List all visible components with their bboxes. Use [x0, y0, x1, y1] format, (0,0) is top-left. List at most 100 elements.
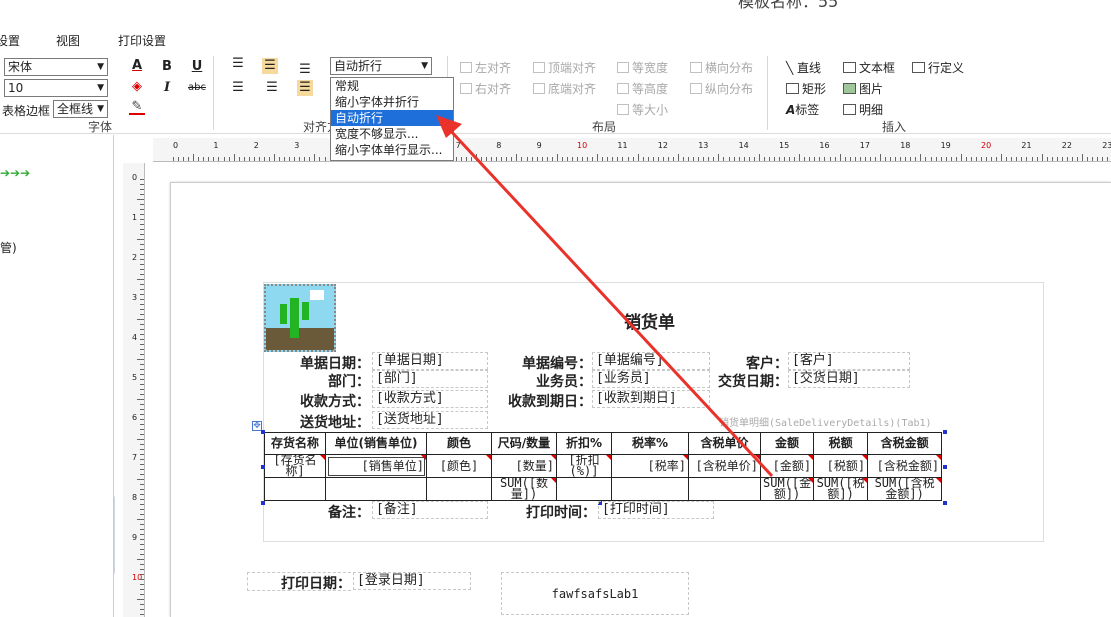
row-define-button[interactable]: 行定义 [912, 59, 964, 76]
ruler-tick [960, 154, 962, 161]
tab-settings[interactable]: 设置 [0, 32, 20, 49]
logo-image[interactable] [264, 284, 336, 352]
table-cell[interactable]: [税额] [813, 454, 869, 478]
table-cell[interactable]: [税率] [611, 454, 689, 478]
ruler-tick-label: 9 [536, 141, 542, 150]
wrap-option-auto-wrap[interactable]: 自动折行 [331, 110, 453, 126]
font-size-select[interactable]: 10 ▼ [4, 79, 108, 97]
align-bottom-icon[interactable]: ☰ [297, 62, 313, 78]
footer-label[interactable]: 备注： [264, 502, 370, 522]
header-field[interactable]: [送货地址] [372, 411, 488, 429]
header-field[interactable]: [交货日期] [788, 370, 910, 388]
table-cell[interactable] [688, 477, 761, 501]
column-header[interactable]: 尺码/数量 [491, 432, 557, 455]
header-field[interactable]: [收款方式] [372, 390, 488, 408]
header-label[interactable]: 交货日期： [712, 371, 788, 391]
header-field[interactable]: [单据日期] [372, 352, 488, 370]
header-label[interactable]: 客户： [712, 353, 788, 373]
column-header[interactable]: 含税单价 [688, 432, 761, 455]
footer-field[interactable]: [备注] [372, 501, 488, 519]
column-header[interactable]: 税率% [611, 432, 689, 455]
table-cell[interactable]: [颜色] [426, 454, 492, 478]
insert-textbox-button[interactable]: 文本框 [843, 59, 895, 76]
header-field[interactable]: [业务员] [592, 370, 710, 388]
strikethrough-button[interactable]: abc [186, 80, 208, 96]
tab-print-settings[interactable]: 打印设置 [118, 32, 166, 49]
table-cell[interactable]: SUM([税额]) [813, 477, 869, 501]
column-header[interactable]: 折扣% [556, 432, 612, 455]
table-cell[interactable]: [存货名称] [264, 454, 326, 478]
fill-color-icon[interactable]: ◈ [129, 79, 145, 95]
table-cell[interactable] [325, 477, 427, 501]
resize-handle[interactable] [261, 430, 265, 434]
italic-button[interactable]: I [159, 80, 175, 96]
table-cell[interactable]: SUM([金额]) [759, 477, 815, 501]
table-cell[interactable] [264, 477, 326, 501]
print-date-label[interactable]: 打印日期： [247, 572, 351, 592]
underline-button[interactable]: U [189, 59, 205, 75]
wrap-option-shrink-single[interactable]: 缩小字体单行显示... [331, 142, 453, 158]
header-label[interactable]: 收款方式： [264, 391, 370, 411]
table-cell[interactable] [426, 477, 492, 501]
resize-handle[interactable] [261, 465, 265, 469]
bold-button[interactable]: B [159, 59, 175, 75]
column-header[interactable]: 金额 [759, 432, 815, 455]
table-cell[interactable]: SUM([含税金额]) [867, 477, 943, 501]
table-cell[interactable]: [金额] [759, 454, 815, 478]
column-header[interactable]: 存货名称 [264, 432, 326, 455]
resize-handle[interactable] [943, 501, 947, 505]
border-select[interactable]: 全框线 ▼ [53, 100, 108, 118]
header-field[interactable]: [收款到期日] [592, 390, 710, 408]
header-field[interactable]: [部门] [372, 370, 488, 388]
header-label[interactable]: 单据编号： [490, 353, 592, 373]
align-center-icon[interactable]: ☰ [264, 80, 280, 96]
header-label[interactable]: 部门： [264, 371, 370, 391]
table-cell[interactable] [556, 477, 612, 501]
table-cell[interactable] [611, 477, 689, 501]
column-header[interactable]: 税额 [813, 432, 869, 455]
insert-detail-button[interactable]: 明细 [843, 101, 883, 118]
footer-field[interactable]: [打印时间] [598, 501, 714, 519]
custom-label[interactable]: fawfsafsLab1 [501, 572, 689, 615]
wrap-option-overflow[interactable]: 宽度不够显示... [331, 126, 453, 142]
align-left-icon[interactable]: ☰ [230, 80, 246, 96]
resize-handle[interactable] [943, 430, 947, 434]
pencil-icon[interactable]: ✎ [129, 99, 145, 115]
font-color-button[interactable]: A [129, 58, 145, 74]
header-label[interactable]: 业务员： [490, 371, 592, 391]
insert-label-button[interactable]: A标签 [786, 101, 819, 118]
table-cell[interactable]: [含税单价] [688, 454, 761, 478]
align-top-icon[interactable]: ☰ [230, 56, 246, 72]
header-field[interactable]: [客户] [788, 352, 910, 370]
table-cell[interactable]: [数量] [491, 454, 557, 478]
align-right-icon[interactable]: ☰ [297, 80, 313, 96]
header-label[interactable]: 送货地址： [264, 412, 370, 432]
font-family-select[interactable]: 宋体 ▼ [4, 58, 108, 76]
nav-arrows-icon[interactable]: ➔➔➔ [0, 166, 30, 180]
wrap-mode-select[interactable]: 自动折行 ▼ [330, 57, 432, 75]
report-title[interactable]: 销货单 [624, 308, 675, 333]
insert-line-button[interactable]: ╲ 直线 [786, 59, 821, 76]
print-date-field[interactable]: [登录日期] [353, 572, 471, 590]
insert-rect-button[interactable]: 矩形 [786, 80, 826, 97]
header-label[interactable]: 收款到期日： [490, 391, 592, 411]
table-cell[interactable]: SUM([数量]) [491, 477, 557, 501]
header-label[interactable]: 单据日期： [264, 353, 370, 373]
ruler-tick [1092, 157, 1094, 161]
tab-view[interactable]: 视图 [56, 32, 80, 49]
wrap-option-shrink-wrap[interactable]: 缩小字体并折行 [331, 94, 453, 110]
column-header[interactable]: 颜色 [426, 432, 492, 455]
table-cell[interactable]: [销售单位] [325, 454, 427, 478]
wrap-option-normal[interactable]: 常规 [331, 78, 453, 94]
align-middle-icon[interactable]: ☰ [262, 58, 278, 74]
header-field[interactable]: [单据编号] [592, 352, 710, 370]
separator [767, 56, 768, 130]
table-cell[interactable]: [含税金额] [867, 454, 943, 478]
column-header[interactable]: 单位(销售单位) [325, 432, 427, 455]
resize-handle[interactable] [943, 465, 947, 469]
footer-label[interactable]: 打印时间： [490, 502, 596, 522]
cactus-icon [290, 298, 299, 338]
insert-image-button[interactable]: 图片 [843, 80, 883, 97]
column-header[interactable]: 含税金额 [867, 432, 943, 455]
table-cell[interactable]: [折扣(%)] [556, 454, 612, 478]
